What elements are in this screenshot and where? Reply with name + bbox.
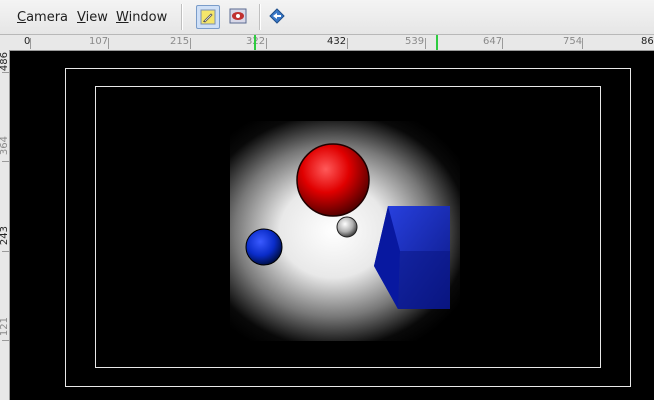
menu-view[interactable]: View bbox=[77, 10, 108, 26]
ruler-label: 432 bbox=[327, 36, 347, 47]
ruler-tick bbox=[108, 38, 109, 49]
ruler-tick bbox=[2, 251, 9, 252]
menu-camera-label: amera bbox=[26, 10, 69, 25]
ruler-corner bbox=[0, 35, 9, 51]
scene-svg bbox=[245, 143, 450, 309]
menu-camera[interactable]: Camera bbox=[17, 10, 68, 26]
ruler-label: 86 bbox=[641, 36, 654, 47]
ruler-label: 107 bbox=[89, 36, 109, 47]
ruler-tick bbox=[425, 38, 426, 49]
ruler-tick bbox=[347, 38, 348, 49]
ruler-label: 364 bbox=[0, 136, 10, 156]
ruler-label: 215 bbox=[170, 36, 190, 47]
toolbar-separator-2 bbox=[259, 4, 261, 30]
blue-sphere bbox=[245, 228, 283, 266]
menu-view-mnemonic: V bbox=[77, 10, 86, 25]
blue-cube bbox=[374, 206, 450, 309]
diamond-arrow-icon bbox=[269, 8, 285, 24]
ruler-tick bbox=[2, 340, 9, 341]
vertical-ruler[interactable]: 486 364 243 121 bbox=[0, 50, 10, 400]
ruler-label: 539 bbox=[405, 36, 425, 47]
pencil-tool-button[interactable] bbox=[196, 5, 220, 29]
ruler-label: 121 bbox=[0, 317, 10, 337]
render-viewport[interactable] bbox=[10, 51, 654, 400]
ruler-label: 647 bbox=[483, 36, 503, 47]
ruler-tick bbox=[582, 38, 583, 49]
menu-window-label: indow bbox=[128, 10, 168, 25]
ruler-tick bbox=[2, 72, 9, 73]
white-sphere bbox=[336, 216, 358, 238]
menu-camera-mnemonic: C bbox=[17, 10, 27, 25]
red-sphere bbox=[296, 143, 370, 217]
horizontal-ruler[interactable]: 0 107 215 322 432 539 647 754 86 bbox=[9, 35, 654, 51]
menu-view-label: iew bbox=[85, 10, 108, 25]
ruler-label: 243 bbox=[0, 226, 10, 246]
ruler-tick bbox=[502, 38, 503, 49]
toolbar-separator bbox=[181, 4, 183, 30]
ruler-tick bbox=[266, 38, 267, 49]
menu-window[interactable]: Window bbox=[116, 10, 167, 26]
eye-icon bbox=[229, 8, 247, 24]
menu-window-mnemonic: W bbox=[116, 10, 129, 25]
ruler-tick bbox=[2, 161, 9, 162]
ruler-tick bbox=[30, 38, 31, 49]
ruler-tick bbox=[190, 38, 191, 49]
ruler-label: 486 bbox=[0, 52, 10, 72]
pencil-icon bbox=[200, 9, 216, 25]
menu-bar: Camera View Window bbox=[0, 0, 654, 35]
ruler-label: 754 bbox=[563, 36, 583, 47]
ruler-cursor-marker-2 bbox=[436, 35, 438, 50]
eye-tool-button[interactable] bbox=[226, 5, 250, 29]
diamond-tool-button[interactable] bbox=[266, 5, 290, 29]
ruler-cursor-marker bbox=[254, 35, 256, 50]
